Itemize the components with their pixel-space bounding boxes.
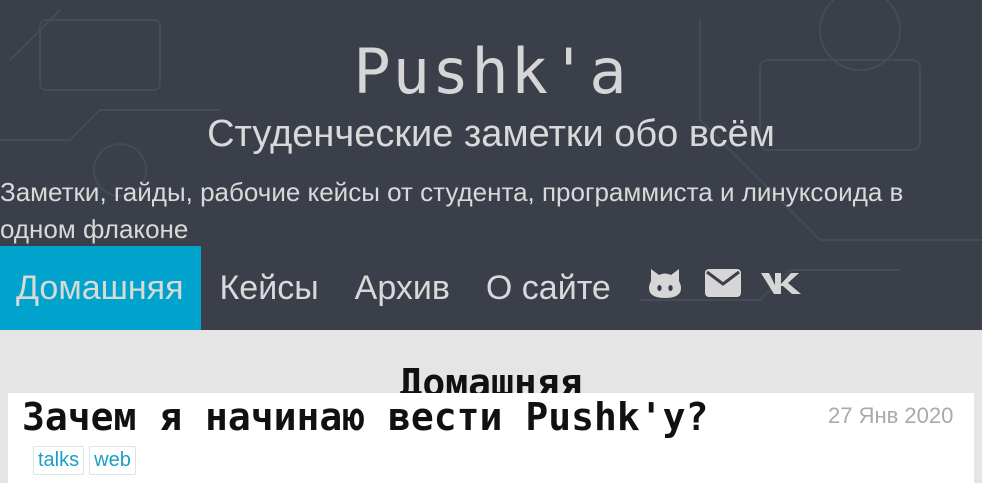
nav-item-home[interactable]: Домашняя <box>0 246 202 330</box>
vk-icon[interactable] <box>760 263 801 303</box>
social-links <box>645 246 801 330</box>
site-description: Заметки, гайды, рабочие кейсы от студент… <box>0 177 904 244</box>
mail-icon[interactable] <box>703 263 743 303</box>
nav-item-cases[interactable]: Кейсы <box>201 246 336 330</box>
nav-item-about[interactable]: О сайте <box>468 246 629 330</box>
main-nav: Домашняя Кейсы Архив О сайте <box>0 246 801 330</box>
site-tagline: Студенческие заметки обо всём <box>207 113 775 155</box>
post-tags: talks web <box>33 446 136 475</box>
nav-item-archive[interactable]: Архив <box>337 246 468 330</box>
tag-web[interactable]: web <box>89 446 136 475</box>
github-icon[interactable] <box>645 263 685 303</box>
post-date: 27 Янв 2020 <box>828 403 954 428</box>
post-title[interactable]: Зачем я начинаю вести Pushk'у? <box>22 393 708 441</box>
site-header: Pushk'a Студенческие заметки обо всём За… <box>0 0 982 330</box>
site-title[interactable]: Pushk'a <box>0 36 982 108</box>
tag-talks[interactable]: talks <box>33 446 85 475</box>
post-card: Зачем я начинаю вести Pushk'у? 27 Янв 20… <box>8 393 974 483</box>
